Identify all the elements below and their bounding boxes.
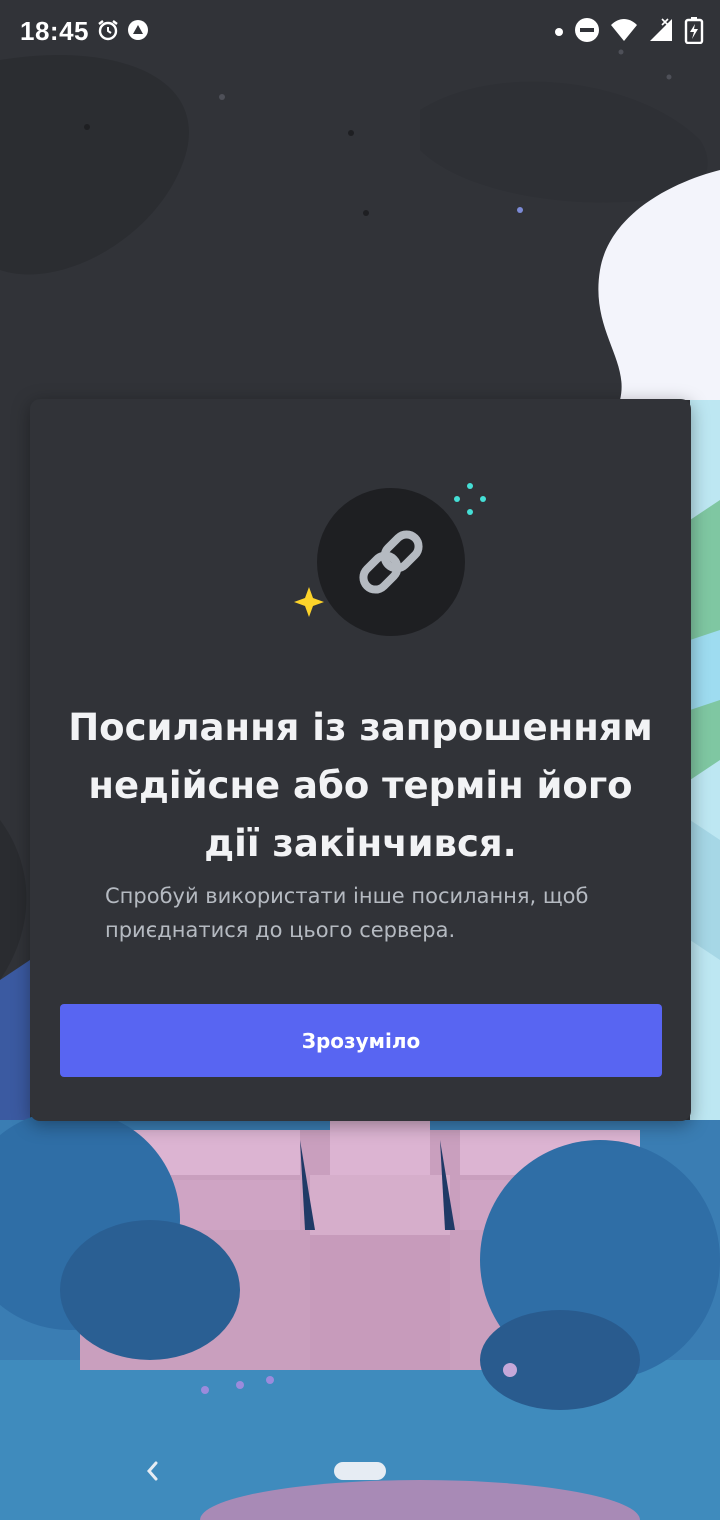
dialog-title: Посилання із запрошенням недійсне або те… [50,699,671,873]
home-pill-icon[interactable] [334,1462,386,1480]
dialog-description-line: приєднатися до цього сервера. [105,918,456,942]
alarm-icon [96,18,120,47]
wifi-icon [610,17,638,48]
back-chevron-icon[interactable] [140,1456,166,1486]
invite-invalid-dialog: Посилання із запрошенням недійсне або те… [30,399,691,1121]
dialog-title-line: Посилання із запрошенням [68,706,653,749]
sparkle-yellow-icon [294,587,324,617]
dialog-title-line: недійсне або термін його [88,764,633,807]
invite-link-illustration [294,483,486,636]
dialog-description: Спробуй використати інше посилання, щоб … [105,879,625,947]
signal-icon [648,17,674,48]
dialog-title-line: дії закінчився. [204,822,517,865]
do-not-disturb-icon [574,17,600,48]
status-time: 18:45 [20,16,89,46]
battery-charging-icon [684,16,704,49]
status-bar: 18:45 [0,0,720,64]
dialog-description-line: Спробуй використати інше посилання, щоб [105,884,589,908]
got-it-button[interactable]: Зрозуміло [60,1004,662,1077]
sparkle-teal-icon [454,483,486,515]
app-notification-icon [126,18,150,47]
notification-dot-icon [554,24,564,42]
